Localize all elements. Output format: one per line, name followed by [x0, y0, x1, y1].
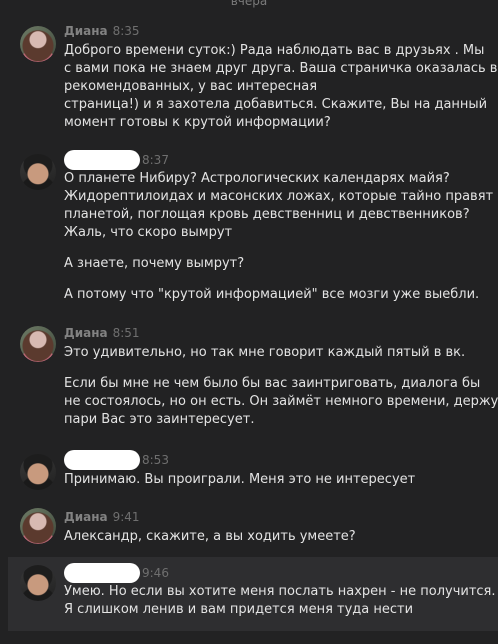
message-time[interactable]: 9:41	[113, 510, 140, 524]
message-meta: 8:37	[64, 150, 169, 170]
message: Диана 8:35 Доброго времени суток:) Рада н…	[0, 20, 498, 140]
author-name[interactable]: Диана	[64, 326, 108, 340]
message-time[interactable]: 9:46	[142, 566, 169, 580]
chat-history: вчера Диана 8:35 Доброго времени суток:) …	[0, 0, 498, 644]
message-line: А потому что "крутой информацией" все мо…	[64, 287, 480, 302]
message-time[interactable]: 8:37	[142, 153, 169, 167]
message-text: Это удивительно, но так мне говорит кажд…	[64, 344, 498, 429]
message-line: страница!) и я захотела добавиться. Скаж…	[64, 97, 488, 112]
message-line: момент готовы к крутой информации?	[64, 115, 331, 130]
redacted-author-name	[64, 150, 140, 170]
message: 8:53 Принимаю. Вы проиграли. Меня это не…	[0, 446, 498, 496]
message: 8:37 О планете Нибиру? Астрологических к…	[0, 146, 498, 316]
author-name[interactable]: Диана	[64, 24, 108, 38]
message: 9:46 Умею. Но если вы хотите меня послат…	[8, 557, 498, 631]
message-meta: Диана 9:41	[64, 510, 140, 524]
message-time[interactable]: 8:53	[142, 453, 169, 467]
message-line: Доброго времени суток:) Рада наблюдать в…	[64, 43, 485, 58]
message-time[interactable]: 8:51	[113, 326, 140, 340]
message: Диана 8:51 Это удивительно, но так мне го…	[0, 322, 498, 442]
avatar[interactable]	[20, 154, 56, 190]
message-text: Доброго времени суток:) Рада наблюдать в…	[64, 42, 498, 132]
message-line: Жидорептилоидах и масонских ложах, котор…	[64, 189, 494, 204]
date-separator: вчера	[230, 0, 268, 8]
message-line: Принимаю. Вы проиграли. Меня это не инте…	[64, 472, 416, 487]
message-line: рекомендованных, у вас интересная	[64, 79, 318, 94]
message-line: Если бы мне не чем было бы вас заинтриго…	[64, 376, 481, 391]
message: Диана 9:41 Александр, скажите, а вы ходит…	[0, 504, 498, 554]
message-text: О планете Нибиру? Астрологических календ…	[64, 170, 494, 304]
message-text: Принимаю. Вы проиграли. Меня это не инте…	[64, 471, 484, 489]
message-line: Александр, скажите, а вы ходить умеете?	[64, 529, 356, 544]
message-meta: Диана 8:51	[64, 326, 140, 340]
avatar[interactable]	[20, 26, 56, 62]
message-line: А знаете, почему вымрут?	[64, 256, 245, 271]
message-meta: 8:53	[64, 450, 169, 470]
redacted-author-name	[64, 563, 140, 583]
message-meta: Диана 8:35	[64, 24, 140, 38]
message-line: Умею. Но если вы хотите меня послать нах…	[64, 584, 496, 599]
message-line: не состоялось, но он есть. Он займёт нем…	[64, 394, 498, 409]
avatar[interactable]	[20, 508, 56, 544]
message-text: Умею. Но если вы хотите меня послать нах…	[64, 583, 496, 619]
author-name[interactable]: Диана	[64, 510, 108, 524]
avatar[interactable]	[20, 454, 56, 490]
message-line: Я слишком ленив и вам придется меня туда…	[64, 602, 414, 617]
message-time[interactable]: 8:35	[113, 24, 140, 38]
message-line: Это удивительно, но так мне говорит кажд…	[64, 345, 466, 360]
redacted-author-name	[64, 450, 140, 470]
message-meta: 9:46	[64, 563, 169, 583]
avatar[interactable]	[20, 326, 56, 362]
message-line: пари Вас это заинтересует.	[64, 412, 255, 427]
message-text: Александр, скажите, а вы ходить умеете?	[64, 528, 484, 546]
message-line: О планете Нибиру? Астрологических календ…	[64, 171, 450, 186]
message-line: планетой, поглощая кровь девственниц и д…	[64, 207, 470, 222]
message-line: с вами пока не знаем друг друга. Ваша ст…	[64, 61, 498, 76]
message-line: Жаль, что скоро вымрут	[64, 225, 233, 240]
avatar[interactable]	[20, 565, 56, 601]
